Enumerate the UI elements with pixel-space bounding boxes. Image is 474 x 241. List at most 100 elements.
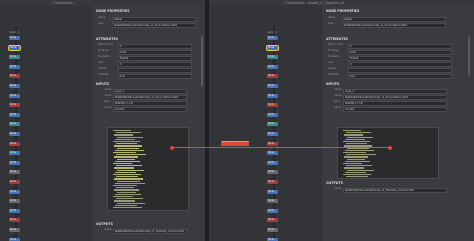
prop-value[interactable]: StatefulPartitionedCall/model_v1_3/conca… (112, 22, 196, 28)
inputs-value[interactable]: Const:0 (343, 106, 447, 112)
attribute-value[interactable]: 0 (118, 61, 192, 67)
graph-node[interactable]: Node (9, 103, 20, 108)
tensor-line (113, 207, 142, 209)
outputs-value[interactable]: StatefulPartitionedCall/model_v1_3/lambd… (113, 228, 187, 234)
attribute-label: validate (328, 73, 339, 76)
graph-node[interactable]: Node (9, 122, 20, 127)
attribute-value[interactable] (348, 67, 452, 73)
inputs-value[interactable]: float32[1,?,?,3] (343, 100, 447, 106)
graph-node[interactable]: Node (267, 141, 278, 146)
graph-node[interactable]: Node (9, 208, 20, 213)
graph-node[interactable]: Node (9, 84, 20, 88)
attribute-row: batch_dims 0 (328, 43, 452, 49)
graph-node[interactable]: Node (9, 112, 20, 117)
comparison-link-end-dot (388, 145, 392, 150)
graph-view[interactable]: input_1 Node Node Node Node Node Node Node Node… (0, 6, 92, 241)
attribute-value[interactable]: true (348, 73, 452, 79)
prop-value[interactable]: Gather (342, 16, 446, 22)
tensor-line (115, 204, 137, 206)
graph-node[interactable]: Node (267, 237, 278, 241)
tensor-line (346, 154, 376, 156)
graph-node[interactable]: Node (267, 84, 278, 88)
graph-node[interactable]: Node (267, 93, 278, 98)
graph-node[interactable]: Node (266, 44, 279, 51)
graph-node[interactable]: Node (9, 151, 20, 156)
attribute-value[interactable]: 0 (348, 61, 452, 67)
tensor-line (114, 200, 135, 202)
graph-node[interactable]: Node (9, 132, 20, 136)
graph-node[interactable]: Node (267, 103, 278, 108)
graph-node[interactable]: Node (9, 199, 20, 204)
attribute-value[interactable]: int32 (118, 49, 192, 55)
graph-node[interactable]: Node (267, 180, 278, 184)
graph-node[interactable]: Node (9, 170, 20, 175)
graph-node[interactable]: Node (9, 141, 20, 146)
graph-node[interactable]: Node (8, 44, 21, 51)
graph-node[interactable]: Node (267, 112, 278, 117)
attribute-row: Tindices int32 (98, 49, 192, 55)
tensor-value-block[interactable] (337, 127, 439, 179)
tensor-line (113, 130, 131, 132)
graph-node[interactable]: Node (9, 228, 20, 232)
graph-node[interactable]: Node (9, 218, 20, 223)
breadcrumb[interactable]: ‹ FlowDetails › model_v1_3/gather_nd (284, 1, 344, 5)
prop-value[interactable]: StatefulPartitionedCall/model_v1_3/conca… (342, 22, 446, 28)
inputs-value[interactable]: input_1 (113, 88, 187, 94)
attribute-value[interactable]: true (118, 73, 192, 79)
graph-node[interactable]: Node (267, 64, 278, 69)
graph-node[interactable]: Node (9, 93, 20, 98)
attribute-value[interactable]: 0 (118, 43, 192, 49)
graph-node[interactable]: Node (9, 55, 20, 60)
attribute-value[interactable]: float32 (118, 55, 192, 61)
graph-node[interactable]: Node (9, 237, 20, 241)
graph-node[interactable]: Node (267, 122, 278, 127)
properties-panel: NODE PROPERTIES name Gather type Statefu… (92, 6, 205, 241)
inputs-value[interactable]: float32[1,?,?,3] (113, 100, 187, 106)
attribute-row: Tparams float32 (328, 55, 452, 61)
scrollbar[interactable] (201, 36, 203, 86)
attribute-label: Tparams (98, 55, 110, 58)
graph-node[interactable]: Node (267, 160, 278, 165)
outputs-label: name (104, 228, 112, 231)
graph-node[interactable]: Node (9, 180, 20, 184)
graph-node[interactable]: Node (267, 189, 278, 194)
graph-node[interactable]: Node (9, 36, 20, 40)
tensor-line (113, 185, 137, 187)
attribute-value[interactable]: float32 (348, 55, 452, 61)
graph-node[interactable]: Node (9, 160, 20, 165)
comparison-link-start-dot (170, 145, 174, 150)
scrollbar[interactable] (468, 36, 470, 76)
graph-node[interactable]: Node (267, 228, 278, 232)
attribute-value[interactable] (118, 67, 192, 73)
graph-node[interactable]: Node (267, 199, 278, 204)
inputs-value[interactable]: Const:0 (113, 106, 187, 112)
outputs-value[interactable]: StatefulPartitionedCall/model_v1_3/lambd… (343, 187, 447, 193)
tensor-line (115, 182, 145, 184)
inputs-row: name Const:0 (104, 106, 188, 112)
tensor-line (116, 165, 142, 167)
tensor-line (116, 154, 146, 156)
graph-node[interactable]: Node (267, 218, 278, 223)
graph-node[interactable]: Node (267, 132, 278, 136)
graph-node[interactable]: Node (9, 74, 20, 79)
graph-node[interactable]: Node (9, 189, 20, 194)
graph-node[interactable]: Node (267, 55, 278, 60)
inputs-value[interactable]: StatefulPartitionedCall/model_v1_3/conca… (343, 94, 447, 100)
graph-view[interactable]: input_1 Node Node Node Node Node Node Node Node… (209, 6, 322, 241)
attribute-value[interactable]: int32 (348, 49, 452, 55)
attribute-value[interactable]: 0 (348, 43, 452, 49)
tensor-value-block[interactable] (107, 127, 189, 211)
graph-node[interactable]: Node (267, 36, 278, 40)
tensor-line (114, 134, 133, 136)
tensor-line (117, 136, 143, 138)
breadcrumb[interactable]: ‹ FlowDetails › (52, 1, 75, 5)
graph-node[interactable]: Node (267, 208, 278, 213)
graph-node[interactable]: Node (9, 64, 20, 69)
inputs-value[interactable]: StatefulPartitionedCall/model_v1_3/conca… (113, 94, 187, 100)
graph-node[interactable]: Node (267, 151, 278, 156)
graph-node[interactable]: Node (267, 170, 278, 175)
inputs-value[interactable]: input_1 (343, 88, 447, 94)
prop-value[interactable]: Gather (112, 16, 196, 22)
tensor-line (114, 156, 138, 158)
graph-node[interactable]: Node (267, 74, 278, 79)
